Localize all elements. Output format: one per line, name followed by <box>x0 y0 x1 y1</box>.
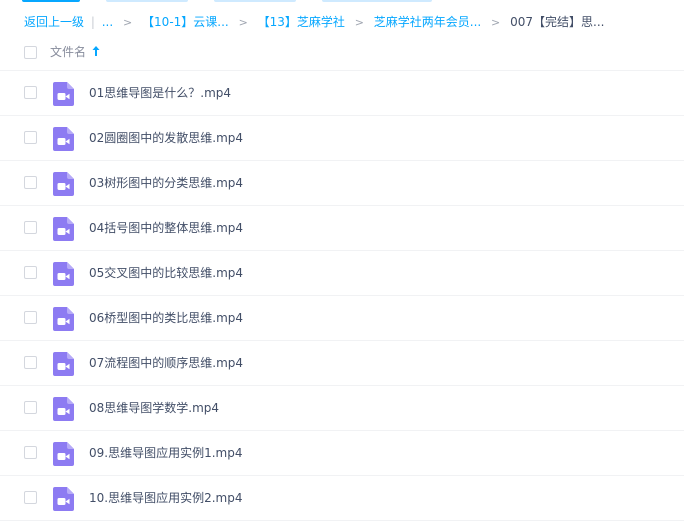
file-checkbox[interactable] <box>24 266 37 279</box>
file-row[interactable]: 05交叉图中的比较思维.mp4 <box>0 251 684 296</box>
toolbar-button-edge[interactable] <box>214 0 296 2</box>
video-file-icon <box>53 397 74 421</box>
file-row[interactable]: 07流程图中的顺序思维.mp4 <box>0 341 684 386</box>
breadcrumb-item[interactable]: 【13】芝麻学社 <box>258 15 345 29</box>
file-name[interactable]: 04括号图中的整体思维.mp4 <box>89 220 243 236</box>
chevron-right-icon: > <box>491 16 501 29</box>
file-name[interactable]: 08思维导图学数学.mp4 <box>89 400 219 416</box>
file-row[interactable]: 10.思维导图应用实例2.mp4 <box>0 476 684 521</box>
video-file-icon <box>53 307 74 331</box>
file-row[interactable]: 04括号图中的整体思维.mp4 <box>0 206 684 251</box>
breadcrumb-item[interactable]: 【10-1】云课... <box>142 15 229 29</box>
file-name[interactable]: 10.思维导图应用实例2.mp4 <box>89 490 242 506</box>
video-file-icon <box>53 172 74 196</box>
file-name[interactable]: 05交叉图中的比较思维.mp4 <box>89 265 243 281</box>
video-file-icon <box>53 217 74 241</box>
video-file-icon <box>53 82 74 106</box>
breadcrumb-separator: | <box>90 15 95 29</box>
file-checkbox[interactable] <box>24 401 37 414</box>
toolbar-button-edge[interactable] <box>22 0 80 2</box>
file-list-header: 文件名 <box>0 34 684 71</box>
chevron-right-icon: > <box>238 16 248 29</box>
breadcrumb-ellipsis[interactable]: ... <box>102 15 113 29</box>
file-name[interactable]: 09.思维导图应用实例1.mp4 <box>89 445 242 461</box>
chevron-right-icon: > <box>123 16 133 29</box>
back-link[interactable]: 返回上一级 <box>24 15 84 29</box>
file-name[interactable]: 03树形图中的分类思维.mp4 <box>89 175 243 191</box>
toolbar-button-edge[interactable] <box>106 0 188 2</box>
video-file-icon <box>53 262 74 286</box>
file-row[interactable]: 09.思维导图应用实例1.mp4 <box>0 431 684 476</box>
video-file-icon <box>53 352 74 376</box>
file-checkbox[interactable] <box>24 311 37 324</box>
breadcrumb-item[interactable]: 芝麻学社两年会员... <box>374 15 481 29</box>
file-checkbox[interactable] <box>24 446 37 459</box>
file-row[interactable]: 01思维导图是什么？.mp4 <box>0 71 684 116</box>
breadcrumb: 返回上一级 | ... > 【10-1】云课... > 【13】芝麻学社 > 芝… <box>24 13 604 31</box>
file-name[interactable]: 06桥型图中的类比思维.mp4 <box>89 310 243 326</box>
breadcrumb-current: 007【完结】思... <box>510 15 605 29</box>
file-checkbox[interactable] <box>24 86 37 99</box>
chevron-right-icon: > <box>354 16 364 29</box>
file-name[interactable]: 01思维导图是什么？.mp4 <box>89 85 231 101</box>
video-file-icon <box>53 442 74 466</box>
toolbar-edge <box>0 0 684 4</box>
file-list: 01思维导图是什么？.mp4 02圆圈图中的发散思维.mp4 03树形图中的分类… <box>0 71 684 521</box>
file-checkbox[interactable] <box>24 221 37 234</box>
file-name[interactable]: 02圆圈图中的发散思维.mp4 <box>89 130 243 146</box>
file-checkbox[interactable] <box>24 356 37 369</box>
video-file-icon <box>53 487 74 511</box>
file-checkbox[interactable] <box>24 491 37 504</box>
file-row[interactable]: 08思维导图学数学.mp4 <box>0 386 684 431</box>
file-row[interactable]: 06桥型图中的类比思维.mp4 <box>0 296 684 341</box>
file-name[interactable]: 07流程图中的顺序思维.mp4 <box>89 355 243 371</box>
file-checkbox[interactable] <box>24 131 37 144</box>
video-file-icon <box>53 127 74 151</box>
column-header-filename[interactable]: 文件名 <box>50 44 86 60</box>
file-row[interactable]: 03树形图中的分类思维.mp4 <box>0 161 684 206</box>
file-row[interactable]: 02圆圈图中的发散思维.mp4 <box>0 116 684 161</box>
file-checkbox[interactable] <box>24 176 37 189</box>
select-all-checkbox[interactable] <box>24 46 37 59</box>
toolbar-button-edge[interactable] <box>322 0 432 2</box>
arrow-up-icon[interactable] <box>91 44 101 58</box>
